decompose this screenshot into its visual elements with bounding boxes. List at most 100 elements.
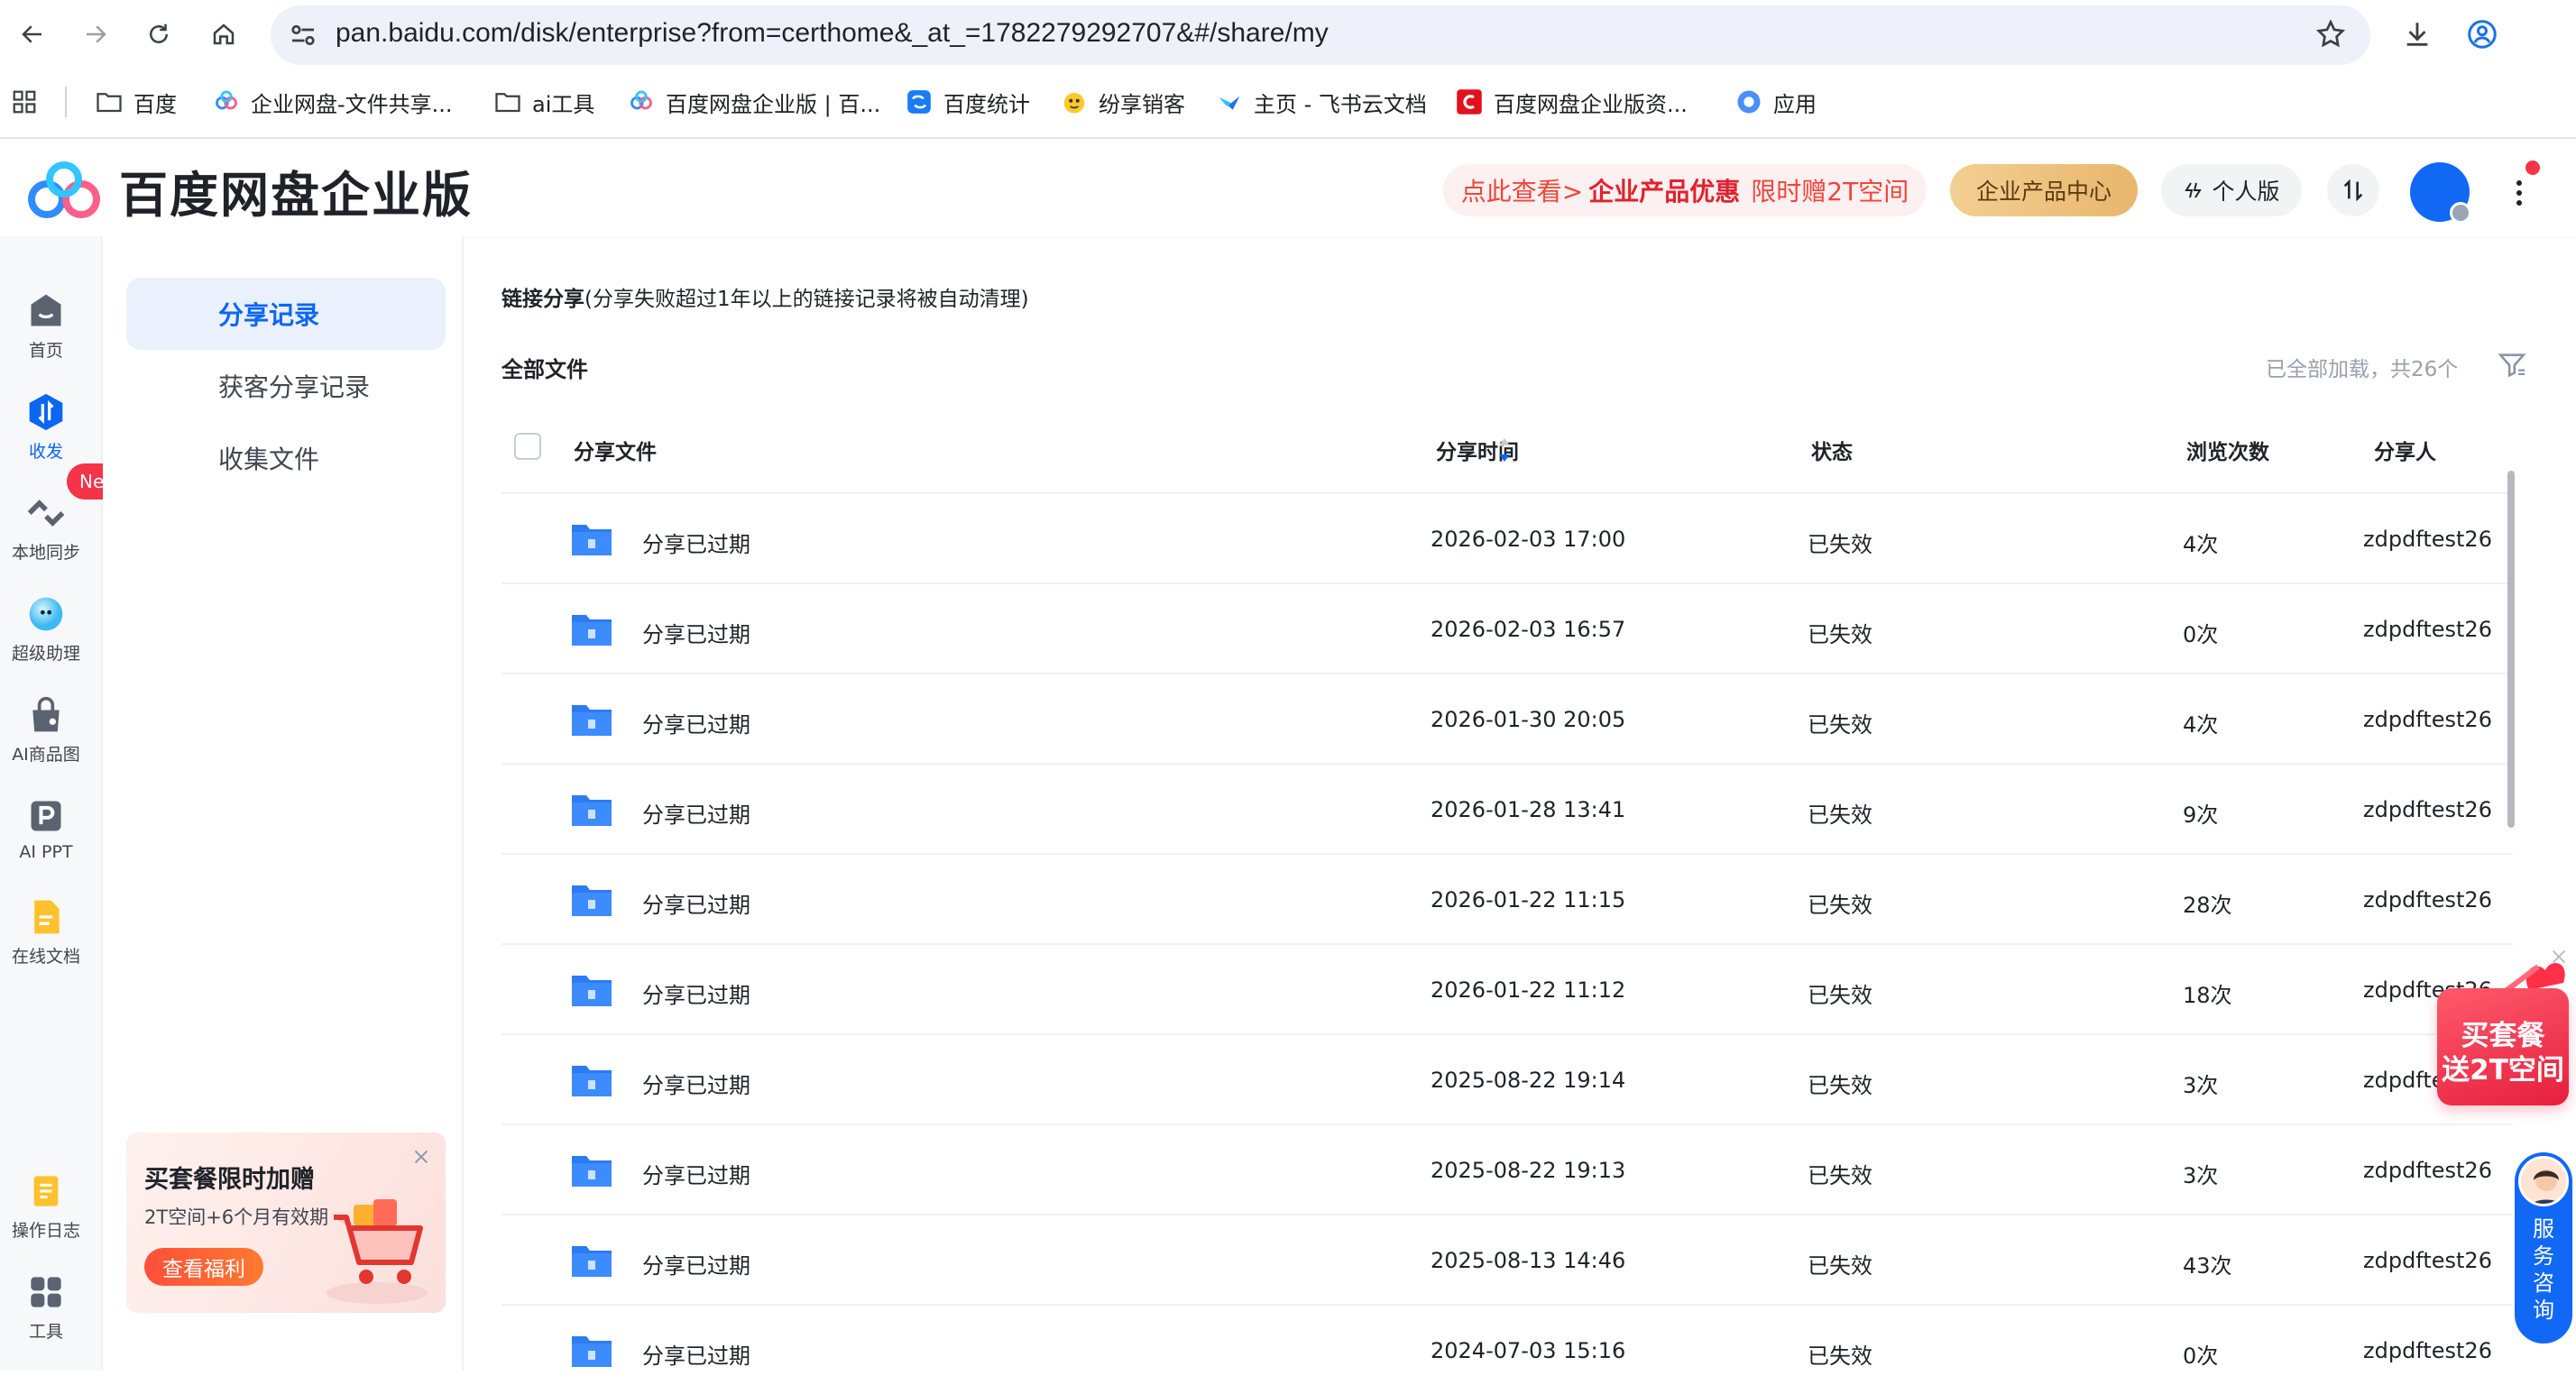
share-time: 2026-01-22 11:12 bbox=[1431, 977, 1626, 1003]
table-row[interactable]: 分享已过期 2025-08-22 19:14 已失效 3次 zdpdftest2… bbox=[501, 1033, 2513, 1123]
bookmark-item[interactable]: 主页 - 飞书云文档 bbox=[1216, 78, 1427, 126]
rail-item-home[interactable]: 首页 bbox=[0, 290, 92, 362]
arrow-right-icon bbox=[87, 25, 106, 43]
select-all-checkbox[interactable] bbox=[514, 433, 541, 460]
table-scrollbar[interactable] bbox=[2507, 471, 2515, 828]
table-row[interactable]: 分享已过期 2025-08-22 19:13 已失效 3次 zdpdftest2… bbox=[501, 1123, 2513, 1214]
file-name[interactable]: 分享已过期 bbox=[642, 1338, 750, 1370]
bookmark-item[interactable]: 百度网盘企业版资... bbox=[1456, 78, 1688, 126]
personal-edition-button[interactable]: 个人版 bbox=[2161, 164, 2302, 216]
main-content: 链接分享(分享失败超过1年以上的链接记录将被自动清理) 全部文件 已全部加载，共… bbox=[464, 236, 2576, 1371]
tools-icon bbox=[25, 1271, 67, 1313]
assistant-icon bbox=[25, 593, 67, 635]
view-count: 3次 bbox=[2183, 1073, 2219, 1098]
share-time: 2025-08-22 19:14 bbox=[1431, 1068, 1626, 1093]
table-row[interactable]: 分享已过期 2026-01-30 20:05 已失效 4次 zdpdftest2… bbox=[501, 673, 2513, 763]
reload-icon bbox=[150, 23, 168, 43]
bookmark-item[interactable]: 企业网盘-文件共享... bbox=[213, 78, 453, 126]
file-name[interactable]: 分享已过期 bbox=[642, 797, 750, 829]
sharer: zdpdftest26 bbox=[2363, 1338, 2492, 1363]
table-row[interactable]: 分享已过期 2026-01-22 11:15 已失效 28次 zdpdftest… bbox=[501, 853, 2513, 943]
file-name[interactable]: 分享已过期 bbox=[642, 527, 750, 558]
left-rail: 首页 收发 本地同步 超级助理 AI商品图 AI PPT 在线文档 操作日志 工… bbox=[0, 236, 103, 1371]
service-avatar bbox=[2518, 1156, 2569, 1206]
grid-icon bbox=[13, 90, 36, 114]
folder-title: 全部文件 bbox=[501, 357, 588, 382]
view-count: 43次 bbox=[2183, 1253, 2232, 1279]
folder-icon bbox=[572, 705, 612, 736]
transfer-icon bbox=[25, 391, 67, 433]
bookmark-item[interactable]: ai工具 bbox=[494, 78, 594, 126]
table-header: 分享文件 分享时间 状态 浏览次数 分享人 bbox=[501, 402, 2513, 492]
column-header-views[interactable]: 浏览次数 bbox=[2186, 435, 2269, 465]
fxiaoke-icon bbox=[1061, 88, 1088, 115]
transfer-list-button[interactable] bbox=[2327, 164, 2379, 216]
subnav-lead-share-records[interactable]: 获客分享记录 bbox=[126, 350, 446, 422]
file-name[interactable]: 分享已过期 bbox=[642, 707, 750, 738]
transfer-arrows-icon bbox=[2343, 179, 2363, 202]
view-count: 4次 bbox=[2183, 712, 2219, 738]
table-row[interactable]: 分享已过期 2024-07-03 15:16 已失效 0次 zdpdftest2… bbox=[501, 1304, 2513, 1394]
more-menu-button[interactable] bbox=[2506, 171, 2533, 215]
promo-banner[interactable]: 点此查看> 企业产品优惠 限时赠2T空间 bbox=[1443, 164, 1927, 216]
column-header-sharer[interactable]: 分享人 bbox=[2374, 435, 2436, 465]
file-name[interactable]: 分享已过期 bbox=[642, 617, 750, 648]
browser-chrome: pan.baidu.com/disk/enterprise?from=certh… bbox=[0, 0, 2576, 139]
column-header-file[interactable]: 分享文件 bbox=[574, 435, 657, 465]
rail-item-tools[interactable]: 工具 bbox=[0, 1271, 92, 1343]
bookmark-item[interactable]: 应用 bbox=[1735, 78, 1817, 126]
filter-icon bbox=[2498, 353, 2526, 378]
share-table: 分享文件 分享时间 状态 浏览次数 分享人 分享已过期 2026-02-03 1… bbox=[501, 402, 2513, 1394]
forward-button[interactable] bbox=[76, 14, 115, 54]
sharer: zdpdftest26 bbox=[2363, 707, 2492, 732]
rail-item-ai-ppt[interactable]: AI PPT bbox=[0, 795, 92, 862]
rail-item-sync[interactable]: 本地同步 bbox=[0, 492, 92, 564]
user-avatar[interactable] bbox=[2410, 162, 2471, 224]
baidu-netdisk-logo-icon bbox=[28, 160, 100, 218]
rail-item-ai-product-image[interactable]: AI商品图 bbox=[0, 694, 92, 766]
back-button[interactable] bbox=[13, 14, 52, 54]
section-title: 链接分享(分享失败超过1年以上的链接记录将被自动清理) bbox=[501, 288, 1029, 311]
apps-grid-button[interactable] bbox=[11, 78, 38, 126]
reload-button[interactable] bbox=[139, 14, 179, 54]
site-settings-icon bbox=[291, 24, 315, 46]
address-bar[interactable]: pan.baidu.com/disk/enterprise?from=certh… bbox=[271, 5, 2370, 65]
table-row[interactable]: 分享已过期 2026-02-03 17:00 已失效 4次 zdpdftest2… bbox=[501, 492, 2513, 582]
rail-item-transfer[interactable]: 收发 bbox=[0, 391, 92, 463]
sharer: zdpdftest26 bbox=[2363, 1248, 2492, 1273]
view-benefits-button[interactable]: 查看福利 bbox=[144, 1248, 263, 1286]
red-c-icon bbox=[1456, 88, 1483, 115]
file-name[interactable]: 分享已过期 bbox=[642, 887, 750, 919]
profile-button[interactable] bbox=[2462, 14, 2502, 54]
home-button[interactable] bbox=[204, 14, 244, 54]
table-row[interactable]: 分享已过期 2026-02-03 16:57 已失效 0次 zdpdftest2… bbox=[501, 582, 2513, 673]
subnav-collect-files[interactable]: 收集文件 bbox=[126, 422, 446, 494]
url-text[interactable]: pan.baidu.com/disk/enterprise?from=certh… bbox=[336, 18, 1329, 49]
file-name[interactable]: 分享已过期 bbox=[642, 977, 750, 1009]
promo-card[interactable]: 买套餐限时加赠 2T空间+6个月有效期 查看福利 bbox=[126, 1133, 446, 1313]
table-row[interactable]: 分享已过期 2026-01-22 11:12 已失效 18次 zdpdftest… bbox=[501, 943, 2513, 1033]
download-button[interactable] bbox=[2397, 14, 2437, 54]
file-name[interactable]: 分享已过期 bbox=[642, 1158, 750, 1189]
promo-card-title: 买套餐限时加赠 bbox=[144, 1166, 315, 1194]
view-count: 3次 bbox=[2183, 1163, 2219, 1188]
file-name[interactable]: 分享已过期 bbox=[642, 1248, 750, 1279]
subnav-share-records[interactable]: 分享记录 bbox=[126, 278, 446, 350]
bookmark-item[interactable]: 纷享销客 bbox=[1061, 78, 1185, 126]
column-header-status[interactable]: 状态 bbox=[1811, 435, 1853, 465]
rail-item-assistant[interactable]: 超级助理 bbox=[0, 593, 92, 665]
customer-service-button[interactable]: 服务咨询 bbox=[2515, 1152, 2572, 1344]
bookmark-item[interactable]: 百度网盘企业版 | 百... bbox=[628, 78, 880, 126]
file-name[interactable]: 分享已过期 bbox=[642, 1068, 750, 1099]
bookmark-item[interactable]: 百度 bbox=[96, 78, 177, 126]
product-center-button[interactable]: 企业产品中心 bbox=[1950, 164, 2138, 216]
table-row[interactable]: 分享已过期 2026-01-28 13:41 已失效 9次 zdpdftest2… bbox=[501, 763, 2513, 853]
rail-item-online-doc[interactable]: 在线文档 bbox=[0, 896, 92, 968]
floating-promo[interactable]: 买套餐 送2T空间 bbox=[2430, 950, 2576, 1105]
more-vertical-icon bbox=[2516, 180, 2522, 206]
table-row[interactable]: 分享已过期 2025-08-13 14:46 已失效 43次 zdpdftest… bbox=[501, 1214, 2513, 1304]
switch-icon bbox=[2185, 182, 2203, 198]
brand-logo[interactable]: 百度网盘企业版 bbox=[25, 155, 473, 226]
rail-item-operation-log[interactable]: 操作日志 bbox=[0, 1170, 92, 1242]
bookmark-item[interactable]: 百度统计 bbox=[906, 78, 1030, 126]
